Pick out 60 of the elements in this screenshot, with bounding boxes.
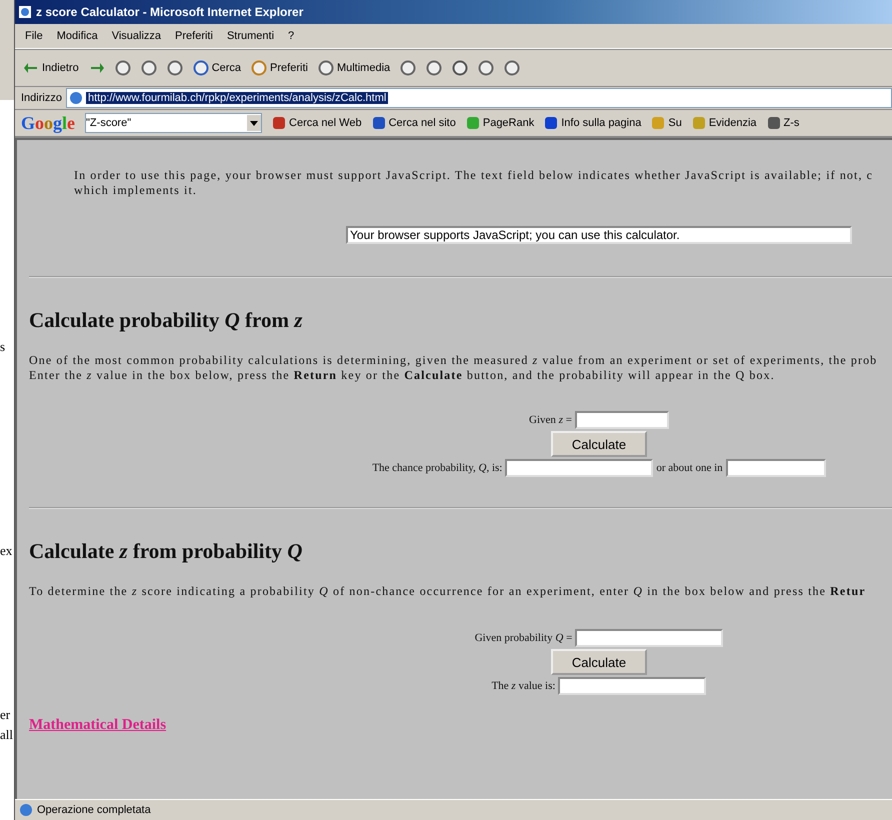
intro-text: In order to use this page, your browser must support JavaScript. The text field below indicates whether JavaScript is available; if not, c	[74, 168, 874, 183]
window-title: z score Calculator - Microsoft Internet Explorer	[36, 5, 304, 19]
calculate-button[interactable]: Calculate	[551, 431, 647, 457]
paragraph-text: Enter the z value in the box below, press the Return key or the Calculate button, and the probability will appear in the Q box.	[29, 368, 776, 383]
toolbar-button[interactable]: PageRank	[466, 116, 534, 130]
field-label: Given z =	[529, 414, 572, 426]
toolbar-button[interactable]: Info sulla pagina	[544, 116, 642, 130]
menu-item[interactable]: File	[25, 30, 43, 42]
section-heading: Calculate probability Q from z	[29, 308, 304, 333]
dropdown-button[interactable]	[247, 115, 262, 131]
z-value-field[interactable]	[558, 677, 706, 695]
background-window-text: er	[0, 708, 12, 722]
toolbar-icon	[544, 116, 558, 130]
menu-item[interactable]: Visualizza	[112, 30, 162, 42]
toolbar-button[interactable]: Cerca	[190, 59, 244, 77]
toolbar-button[interactable]: Cerca nel Web	[272, 116, 362, 130]
background-window-text: s	[0, 340, 6, 354]
toolbar-icon	[692, 116, 706, 130]
google-logo: Google	[21, 112, 76, 134]
section-heading: Calculate z from probability Q	[29, 539, 304, 564]
paragraph-text: One of the most common probability calculations is determining, given the measured z value from an experiment or set of experiments, the prob	[29, 353, 878, 368]
field-label: The chance probability, Q, is:	[372, 462, 502, 474]
paragraph-text: To determine the z score indicating a probability Q of non-chance occurrence for an experiment, enter Q in the box below and press the Retur	[29, 584, 867, 599]
search-field[interactable]: "Z-score"	[85, 113, 262, 133]
toolbar-icon	[466, 116, 480, 130]
intro-text: which implements it.	[74, 183, 198, 198]
background-window-text: ex	[0, 544, 14, 558]
calculate-button[interactable]: Calculate	[551, 649, 647, 675]
address-label: Indirizzo	[21, 92, 62, 104]
browser-icon	[18, 5, 32, 19]
toolbar-icon	[372, 116, 386, 130]
menu-item[interactable]: ?	[288, 30, 294, 42]
field-label: or about one in	[656, 462, 723, 474]
search-icon	[192, 60, 209, 76]
javascript-status-field[interactable]: Your browser supports JavaScript; you can use this calculator.	[346, 226, 852, 244]
toolbar-icon	[766, 116, 781, 130]
z-input[interactable]	[574, 411, 669, 429]
page-icon	[19, 803, 33, 817]
toolbar-button[interactable]: Preferiti	[249, 59, 310, 77]
address-field[interactable]: http://www.fourmilab.ch/rpkp/experiments/analysis/zCalc.html	[66, 88, 892, 108]
toolbar-button[interactable]: Evidenzia	[692, 116, 757, 130]
odds-field[interactable]	[726, 459, 826, 477]
toolbar-button[interactable]: Multimedia	[316, 59, 392, 77]
background-window-text: all	[0, 728, 14, 742]
toolbar-button[interactable]: Indietro	[21, 59, 81, 77]
menu-item[interactable]: Strumenti	[226, 30, 274, 42]
toolbar-icon	[272, 116, 286, 130]
toolbar-icon	[651, 116, 666, 130]
menu-item[interactable]: Preferiti	[175, 30, 213, 42]
menu-item[interactable]: Modifica	[56, 30, 98, 42]
probability-field[interactable]	[505, 459, 654, 477]
page-icon	[68, 91, 83, 105]
toolbar-button[interactable]: Z-s	[766, 116, 800, 130]
field-label: Given probability Q =	[474, 632, 572, 644]
toolbar-button[interactable]: Cerca nel sito	[372, 116, 456, 130]
toolbar-button[interactable]: Su	[651, 116, 682, 130]
caret-icon	[250, 120, 258, 126]
field-label: The z value is:	[492, 680, 556, 692]
probability-input[interactable]	[575, 629, 724, 647]
status-text: Operazione completata	[37, 804, 151, 816]
